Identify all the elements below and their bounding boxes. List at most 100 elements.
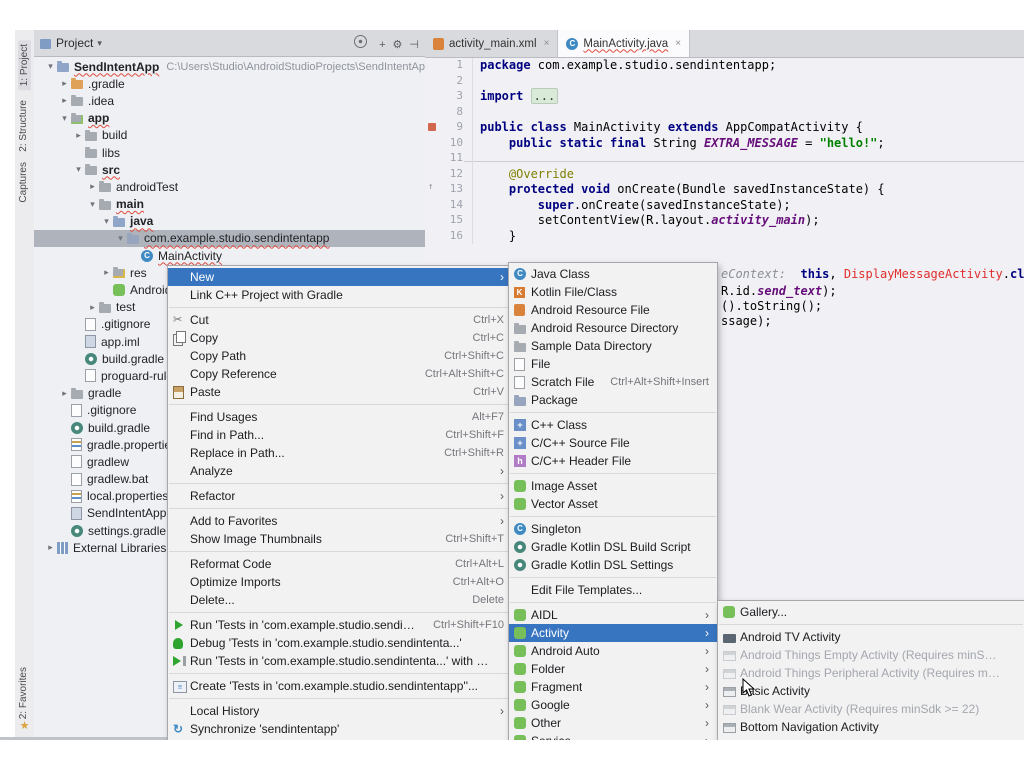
menu-item-file[interactable]: File [509,355,717,373]
menu-item-gallery[interactable]: Gallery... [718,603,1024,621]
collapse-all-icon[interactable]: + [379,39,385,51]
menu-item-package[interactable]: Package [509,391,717,409]
menu-item-synchronize-sendintentapp[interactable]: ↻ Synchronize 'sendintentapp' [168,720,512,738]
menu-item-fragment[interactable]: Fragment › [509,678,717,696]
tree-item-src[interactable]: ▾ src [34,161,425,178]
hide-panel-icon[interactable]: ⊣ [409,39,419,51]
tree-closed-chevron-icon[interactable]: ▸ [58,388,71,399]
menu-item-singleton[interactable]: C Singleton [509,520,717,538]
menu-item-basic-activity[interactable]: Basic Activity [718,682,1024,700]
menu-item-android-resource-file[interactable]: Android Resource File [509,301,717,319]
tree-open-chevron-icon[interactable]: ▾ [72,164,85,175]
override-gutter-icon[interactable]: ↑ [428,182,433,192]
menu-item-link-c-project-with-gradle[interactable]: Link C++ Project with Gradle [168,286,512,304]
menu-item-c-class[interactable]: + C++ Class [509,416,717,434]
menu-item-run-tests-in-com-example-studio-sendinte[interactable]: Run 'Tests in 'com.example.studio.sendin… [168,616,512,634]
tree-closed-chevron-icon[interactable]: ▸ [86,181,99,192]
tree-closed-chevron-icon[interactable]: ▸ [72,130,85,141]
menu-item-reformat-code[interactable]: Reformat Code Ctrl+Alt+L [168,555,512,573]
menu-item-other[interactable]: Other › [509,714,717,732]
tree-item-label: gradlew [87,454,130,469]
tree-item-app[interactable]: ▾ app [34,110,425,127]
tree-closed-chevron-icon[interactable]: ▸ [58,78,71,89]
menu-item-edit-file-templates[interactable]: Edit File Templates... [509,581,717,599]
menu-item-folder[interactable]: Folder › [509,660,717,678]
menu-item-shortcut: Ctrl+Shift+F10 [433,619,504,631]
tool-window-button-2-structure[interactable]: 2: Structure [18,100,29,152]
menu-item-paste[interactable]: Paste Ctrl+V [168,383,512,401]
menu-item-gradle-kotlin-dsl-build-script[interactable]: Gradle Kotlin DSL Build Script [509,538,717,556]
menu-item-refactor[interactable]: Refactor › [168,487,512,505]
close-tab-icon[interactable]: × [544,38,550,49]
menu-item-service[interactable]: Service › [509,732,717,740]
tree-item-androidtest[interactable]: ▸ androidTest [34,178,425,195]
locate-icon[interactable] [354,35,372,51]
tree-item-libs[interactable]: libs [34,144,425,161]
tree-open-chevron-icon[interactable]: ▾ [114,233,127,244]
menu-item-google[interactable]: Google › [509,696,717,714]
settings-gear-icon[interactable]: ⚙ [393,39,403,51]
menu-item-cut[interactable]: ✂ Cut Ctrl+X [168,311,512,329]
menu-item-vector-asset[interactable]: Vector Asset [509,495,717,513]
tool-window-button-2-favorites[interactable]: 2: Favorites [18,667,29,719]
tree-closed-chevron-icon[interactable]: ▸ [58,95,71,106]
tree-open-chevron-icon[interactable]: ▾ [100,216,113,227]
menu-item-aidl[interactable]: AIDL › [509,606,717,624]
code-token: String [653,135,704,150]
menu-item-scratch-file[interactable]: Scratch File Ctrl+Alt+Shift+Insert [509,373,717,391]
editor-tab-activity-main-xml[interactable]: activity_main.xml × [425,30,559,57]
menu-item-android-tv-activity[interactable]: Android TV Activity [718,628,1024,646]
tree-open-chevron-icon[interactable]: ▾ [86,199,99,210]
menu-item-sample-data-directory[interactable]: Sample Data Directory [509,337,717,355]
menu-item-icon-slot [723,722,740,733]
menu-item-image-asset[interactable]: Image Asset [509,477,717,495]
tree-closed-chevron-icon[interactable]: ▸ [44,542,57,553]
tree-item-com-example-studio-sendintentapp[interactable]: ▾ com.example.studio.sendintentapp [34,229,425,248]
menu-item-add-to-favorites[interactable]: Add to Favorites › [168,512,512,530]
menu-item-find-usages[interactable]: Find Usages Alt+F7 [168,408,512,426]
tree-item-idea[interactable]: ▸ .idea [34,92,425,109]
menu-item-gradle-kotlin-dsl-settings[interactable]: Gradle Kotlin DSL Settings [509,556,717,574]
menu-item-replace-in-path[interactable]: Replace in Path... Ctrl+Shift+R [168,444,512,462]
menu-item-android-resource-directory[interactable]: Android Resource Directory [509,319,717,337]
menu-item-run-tests-in-com-example-studio-sendinte[interactable]: Run 'Tests in 'com.example.studio.sendin… [168,652,512,670]
menu-item-android-auto[interactable]: Android Auto › [509,642,717,660]
menu-item-copy[interactable]: Copy Ctrl+C [168,329,512,347]
code-line-9: 9 public class MainActivity extends AppCo… [425,120,1024,136]
tree-open-chevron-icon[interactable]: ▾ [58,113,71,124]
menu-item-c-c-source-file[interactable]: + C/C++ Source File [509,434,717,452]
menu-item-create-tests-in-com-example-studio-sendi[interactable]: ≡ Create 'Tests in 'com.example.studio.se… [168,677,512,695]
menu-item-delete[interactable]: Delete... Delete [168,591,512,609]
menu-item-new[interactable]: New › [168,268,512,286]
menu-item-copy-reference[interactable]: Copy Reference Ctrl+Alt+Shift+C [168,365,512,383]
menu-item-copy-path[interactable]: Copy Path Ctrl+Shift+C [168,347,512,365]
menu-item-activity[interactable]: Activity › [509,624,717,642]
tool-window-button-captures[interactable]: Captures [18,162,29,203]
tree-item-mainactivity[interactable]: C MainActivity [34,247,425,264]
menu-item-empty-activity[interactable]: Empty Activity [718,736,1024,740]
editor-tab-label: activity_main.xml [449,37,537,50]
tree-item-sendintentapp[interactable]: ▾ SendIntentApp C:\Users\Studio\AndroidStu… [34,58,425,75]
menu-item-local-history[interactable]: Local History › [168,702,512,720]
tree-item-main[interactable]: ▾ main [34,196,425,213]
menu-item-analyze[interactable]: Analyze › [168,462,512,480]
props-icon [71,489,82,503]
menu-item-debug-tests-in-com-example-studio-sendin[interactable]: Debug 'Tests in 'com.example.studio.send… [168,634,512,652]
menu-item-bottom-navigation-activity[interactable]: Bottom Navigation Activity [718,718,1024,736]
tree-item-java[interactable]: ▾ java [34,213,425,230]
tree-item-build[interactable]: ▸ build [34,127,425,144]
editor-tab-mainactivity-java[interactable]: C MainActivity.java × [558,30,691,57]
menu-item-c-c-header-file[interactable]: h C/C++ Header File [509,452,717,470]
menu-item-java-class[interactable]: C Java Class [509,265,717,283]
close-tab-icon[interactable]: × [675,38,681,49]
tree-closed-chevron-icon[interactable]: ▸ [86,302,99,313]
chevron-down-icon[interactable]: ▾ [97,38,102,49]
tree-closed-chevron-icon[interactable]: ▸ [100,267,113,278]
menu-item-optimize-imports[interactable]: Optimize Imports Ctrl+Alt+O [168,573,512,591]
menu-item-kotlin-file-class[interactable]: K Kotlin File/Class [509,283,717,301]
tree-open-chevron-icon[interactable]: ▾ [44,61,57,72]
tool-window-button-1-project[interactable]: 1: Project [18,40,31,91]
tree-item-gradle[interactable]: ▸ .gradle [34,75,425,92]
menu-item-show-image-thumbnails[interactable]: Show Image Thumbnails Ctrl+Shift+T [168,530,512,548]
menu-item-find-in-path[interactable]: Find in Path... Ctrl+Shift+F [168,426,512,444]
